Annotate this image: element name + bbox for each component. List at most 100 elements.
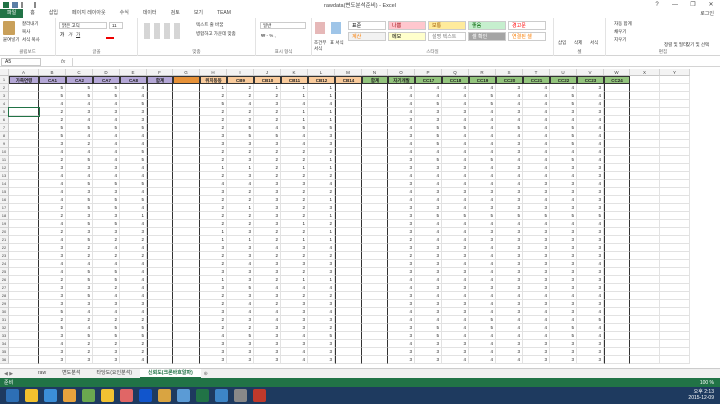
tab-6[interactable]: 검토 <box>164 9 187 18</box>
cell[interactable]: 3 <box>523 300 550 308</box>
cell[interactable] <box>9 228 39 236</box>
cell[interactable] <box>660 284 690 292</box>
cell[interactable] <box>335 188 362 196</box>
cell[interactable]: 3 <box>254 268 281 276</box>
cell[interactable]: 3 <box>93 228 120 236</box>
cell[interactable] <box>335 172 362 180</box>
cell[interactable]: 4 <box>66 172 93 180</box>
taskbar-app-icon[interactable] <box>196 389 209 402</box>
cell[interactable]: 5 <box>93 268 120 276</box>
tab-0[interactable]: 파일 <box>0 9 24 18</box>
cell[interactable]: 4 <box>523 332 550 340</box>
find-select-button[interactable]: 찾기 및 선택 <box>686 42 709 48</box>
cell[interactable] <box>9 92 39 100</box>
cell[interactable]: 3 <box>308 204 335 212</box>
cell[interactable]: 3 <box>93 164 120 172</box>
cell[interactable]: 3 <box>496 84 523 92</box>
cell[interactable] <box>335 132 362 140</box>
cell[interactable] <box>9 132 39 140</box>
cell[interactable]: 3 <box>415 244 442 252</box>
cell[interactable]: 4 <box>442 132 469 140</box>
cell[interactable]: 3 <box>469 204 496 212</box>
cell[interactable] <box>604 116 630 124</box>
cell[interactable]: 5 <box>93 92 120 100</box>
cell[interactable]: 3 <box>496 308 523 316</box>
cell[interactable]: 5 <box>227 332 254 340</box>
cell[interactable] <box>173 188 200 196</box>
cell[interactable] <box>147 204 173 212</box>
cell[interactable]: 4 <box>388 188 415 196</box>
cell[interactable] <box>630 340 660 348</box>
cell[interactable]: 2 <box>120 252 147 260</box>
font-size-select[interactable]: 11 <box>109 22 123 29</box>
cell[interactable] <box>660 292 690 300</box>
cell[interactable] <box>147 316 173 324</box>
cell[interactable]: 3 <box>415 308 442 316</box>
cell[interactable] <box>660 116 690 124</box>
cell[interactable] <box>173 172 200 180</box>
cell[interactable] <box>362 260 388 268</box>
cell[interactable] <box>147 100 173 108</box>
cell[interactable]: 5 <box>39 92 66 100</box>
cell[interactable] <box>630 292 660 300</box>
cell[interactable]: 3 <box>200 284 227 292</box>
cell[interactable] <box>362 292 388 300</box>
cell[interactable] <box>630 156 660 164</box>
cell[interactable]: 5 <box>496 124 523 132</box>
cell[interactable]: 3 <box>254 204 281 212</box>
cell[interactable]: 3 <box>66 284 93 292</box>
cell[interactable]: 3 <box>120 116 147 124</box>
cell[interactable] <box>660 308 690 316</box>
cell[interactable]: 4 <box>281 348 308 356</box>
cell[interactable]: 4 <box>577 132 604 140</box>
cell[interactable] <box>660 108 690 116</box>
cell[interactable] <box>147 228 173 236</box>
cell[interactable]: 3 <box>442 268 469 276</box>
cell[interactable]: 5 <box>93 204 120 212</box>
taskbar-app-icon[interactable] <box>44 389 57 402</box>
cell[interactable]: 3 <box>415 356 442 364</box>
cell[interactable]: 4 <box>93 172 120 180</box>
cell[interactable]: 4 <box>442 140 469 148</box>
formula-input[interactable] <box>72 58 718 66</box>
cell[interactable] <box>362 316 388 324</box>
cell[interactable] <box>173 348 200 356</box>
cell[interactable] <box>630 260 660 268</box>
cell[interactable]: 3 <box>39 244 66 252</box>
cell[interactable]: 3 <box>254 260 281 268</box>
cell[interactable]: 3 <box>550 252 577 260</box>
row-header[interactable]: 17 <box>0 204 9 212</box>
cell[interactable] <box>147 252 173 260</box>
cell[interactable]: 5 <box>66 292 93 300</box>
cell[interactable]: 5 <box>469 324 496 332</box>
cell[interactable] <box>335 108 362 116</box>
row-header[interactable]: 34 <box>0 340 9 348</box>
cell[interactable]: 4 <box>415 236 442 244</box>
cell[interactable]: 3 <box>550 236 577 244</box>
cell[interactable] <box>660 84 690 92</box>
header-cell[interactable]: CC24 <box>604 76 630 84</box>
cell[interactable]: 1 <box>200 236 227 244</box>
header-cell[interactable]: CB10 <box>254 76 281 84</box>
cell[interactable]: 4 <box>523 116 550 124</box>
cell[interactable]: 4 <box>523 316 550 324</box>
cell[interactable]: 3 <box>227 244 254 252</box>
cell[interactable] <box>362 332 388 340</box>
cell[interactable]: 2 <box>254 164 281 172</box>
cell[interactable]: 2 <box>200 116 227 124</box>
cell[interactable] <box>9 300 39 308</box>
cell[interactable]: 3 <box>496 236 523 244</box>
cell[interactable] <box>147 84 173 92</box>
add-sheet-icon[interactable]: ⊕ <box>201 371 211 377</box>
cell[interactable]: 3 <box>496 148 523 156</box>
cell[interactable] <box>630 300 660 308</box>
cell[interactable] <box>362 100 388 108</box>
taskbar-app-icon[interactable] <box>158 389 171 402</box>
cell[interactable] <box>147 156 173 164</box>
cell[interactable]: 1 <box>308 228 335 236</box>
cell[interactable]: 4 <box>281 284 308 292</box>
cell[interactable] <box>335 164 362 172</box>
cell[interactable] <box>173 220 200 228</box>
cell[interactable]: 4 <box>39 180 66 188</box>
header-cell[interactable]: CC22 <box>550 76 577 84</box>
